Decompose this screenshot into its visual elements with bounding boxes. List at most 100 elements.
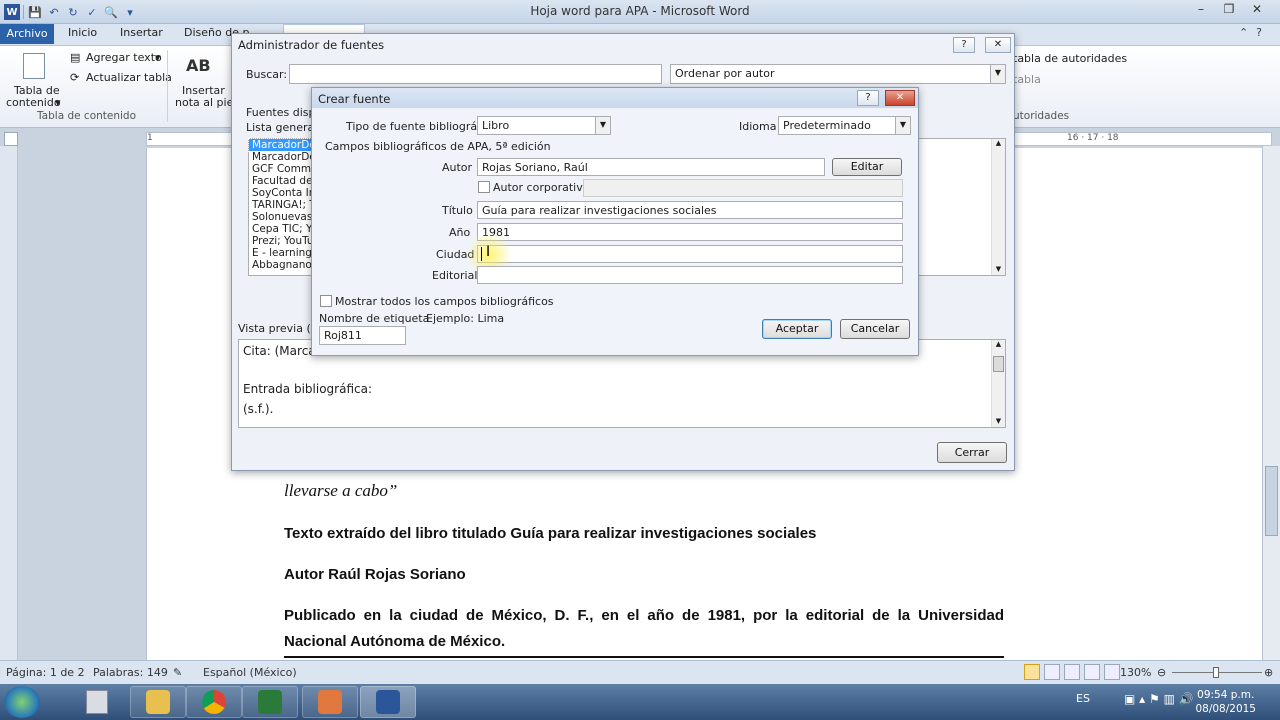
scroll-thumb[interactable] [1265, 466, 1278, 536]
taskbar-hp[interactable] [242, 686, 298, 718]
publisher-field[interactable] [477, 266, 903, 284]
web-layout-icon[interactable] [1064, 664, 1080, 680]
chevron-down-icon[interactable]: ▼ [992, 265, 1005, 273]
autor-corporativo-checkbox[interactable] [478, 181, 490, 193]
zoom-in-icon[interactable]: ⊕ [1264, 666, 1273, 679]
source-type-select[interactable]: Libro ▼ [477, 116, 611, 135]
list-item[interactable]: GCF Commun [249, 163, 313, 175]
taskbar-explorer[interactable] [130, 686, 186, 718]
word-count[interactable]: Palabras: 149 [93, 666, 168, 679]
close-icon[interactable]: ✕ [1248, 2, 1266, 20]
zoom-slider-handle[interactable] [1213, 667, 1219, 678]
tray-icons[interactable]: ▣ ▴ ⚑ ▥ 🔊 [1124, 692, 1194, 706]
titulo-label: Título [442, 204, 473, 217]
taskbar-clock[interactable]: 09:54 p.m. 08/08/2015 [1195, 688, 1256, 716]
taskbar-chrome[interactable] [186, 686, 242, 718]
dialog-title: Administrador de fuentes [238, 38, 385, 52]
chrome-icon [202, 690, 226, 714]
tab-selector-icon[interactable] [4, 132, 18, 146]
chevron-up-icon[interactable]: ▲ [992, 139, 1005, 147]
close-icon[interactable]: ✕ [885, 90, 915, 106]
input-language[interactable]: ES [1076, 692, 1090, 705]
city-field[interactable] [477, 245, 903, 263]
update-table-icon[interactable]: ⟳ [70, 71, 79, 84]
search-input[interactable] [289, 64, 662, 84]
vertical-ruler[interactable] [0, 146, 18, 660]
chevron-down-icon[interactable]: ▼ [990, 65, 1005, 83]
full-screen-icon[interactable] [1044, 664, 1060, 680]
chevron-down-icon[interactable]: ▼ [992, 417, 1005, 425]
list-item[interactable]: Prezi; YouTub [249, 235, 313, 247]
cancelar-button[interactable]: Cancelar [840, 319, 910, 339]
tab-insertar[interactable]: Insertar [120, 26, 163, 39]
title-field[interactable]: Guía para realizar investigaciones socia… [477, 201, 903, 219]
corporate-author-field[interactable] [583, 179, 903, 197]
cerrar-button[interactable]: Cerrar [937, 442, 1007, 463]
tag-name-field[interactable]: Roj811 [319, 326, 406, 345]
draft-icon[interactable] [1104, 664, 1120, 680]
language-select[interactable]: Predeterminado ▼ [778, 116, 911, 135]
tabla-autoridades-button[interactable]: tabla de autoridades [1013, 52, 1127, 65]
scrollbar[interactable]: ▲ ▼ [991, 139, 1005, 275]
language-status[interactable]: Español (México) [203, 666, 297, 679]
tabla-contenido-label2[interactable]: contenido [6, 96, 61, 109]
minimize-ribbon-icon[interactable]: ⌃ [1239, 26, 1248, 39]
add-text-icon[interactable]: ▤ [70, 51, 80, 64]
editar-button[interactable]: Editar [832, 158, 902, 176]
zoom-level[interactable]: 130% [1120, 666, 1151, 679]
zoom-out-icon[interactable]: ⊖ [1157, 666, 1166, 679]
help-icon[interactable]: ? [857, 90, 879, 106]
proofing-icon[interactable]: ✎ [173, 666, 182, 679]
list-item[interactable]: SoyConta Inn [249, 187, 313, 199]
aceptar-button[interactable]: Aceptar [762, 319, 832, 339]
footnote-icon[interactable]: AB [186, 56, 211, 75]
chevron-down-icon[interactable]: ▾ [155, 51, 161, 64]
list-item[interactable]: MarcadorDeP [249, 151, 313, 163]
restore-icon[interactable]: ❐ [1220, 2, 1238, 20]
taskbar-paint[interactable] [302, 686, 358, 718]
current-list[interactable]: ▲ ▼ [918, 138, 1006, 276]
list-item[interactable]: Solonuevas.b [249, 211, 313, 223]
author-field[interactable]: Rojas Soriano, Raúl [477, 158, 825, 176]
minimize-icon[interactable]: – [1192, 2, 1210, 20]
chevron-down-icon[interactable]: ▾ [55, 96, 61, 109]
chevron-down-icon[interactable]: ▼ [895, 117, 910, 134]
tab-inicio[interactable]: Inicio [68, 26, 97, 39]
vertical-scrollbar[interactable] [1262, 146, 1280, 660]
close-icon[interactable]: ✕ [985, 37, 1011, 53]
ejemplo-label: Ejemplo: Lima [426, 312, 505, 325]
nota-pie-label[interactable]: nota al pie [175, 96, 233, 109]
list-item[interactable]: Cepa TIC; Yo [249, 223, 313, 235]
mostrar-campos-checkbox[interactable] [320, 295, 332, 307]
taskbar-word[interactable] [360, 686, 416, 718]
text-cursor-icon: I [486, 244, 491, 260]
preview-cita: Cita: (Marca [243, 344, 316, 358]
tab-archivo[interactable]: Archivo [0, 24, 54, 44]
table-of-contents-icon[interactable] [23, 53, 45, 79]
outline-icon[interactable] [1084, 664, 1100, 680]
source-list[interactable]: MarcadorDeP MarcadorDeP GCF Commun Facul… [248, 138, 314, 276]
scrollbar[interactable]: ▲ ▼ [991, 340, 1005, 427]
print-layout-icon[interactable] [1024, 664, 1040, 680]
scroll-thumb[interactable] [993, 356, 1004, 372]
autor-label: Autor [442, 161, 473, 174]
calculator-icon[interactable] [86, 690, 108, 714]
list-item[interactable]: TARINGA!; T [249, 199, 313, 211]
agregar-texto-button[interactable]: Agregar texto [86, 51, 162, 64]
sort-select[interactable]: Ordenar por autor ▼ [670, 64, 1006, 84]
list-item[interactable]: E - learning U [249, 247, 313, 259]
help-icon[interactable]: ? [953, 37, 975, 53]
ribbon-controls: ⌃ ? [1239, 26, 1262, 39]
page-count[interactable]: Página: 1 de 2 [6, 666, 85, 679]
chevron-down-icon[interactable]: ▼ [595, 117, 610, 134]
tabla-button[interactable]: tabla [1013, 73, 1041, 86]
chevron-up-icon[interactable]: ▲ [992, 340, 1005, 348]
start-button[interactable] [4, 686, 40, 718]
list-item[interactable]: Abbagnano, [249, 259, 313, 271]
actualizar-tabla-button[interactable]: Actualizar tabla [86, 71, 172, 84]
campos-label: Campos bibliográficos de APA, 5ª edición [325, 140, 551, 153]
help-icon[interactable]: ? [1256, 26, 1262, 39]
list-item[interactable]: Facultad de C [249, 175, 313, 187]
year-field[interactable]: 1981 [477, 223, 903, 241]
list-item[interactable]: MarcadorDeP [248, 138, 314, 152]
